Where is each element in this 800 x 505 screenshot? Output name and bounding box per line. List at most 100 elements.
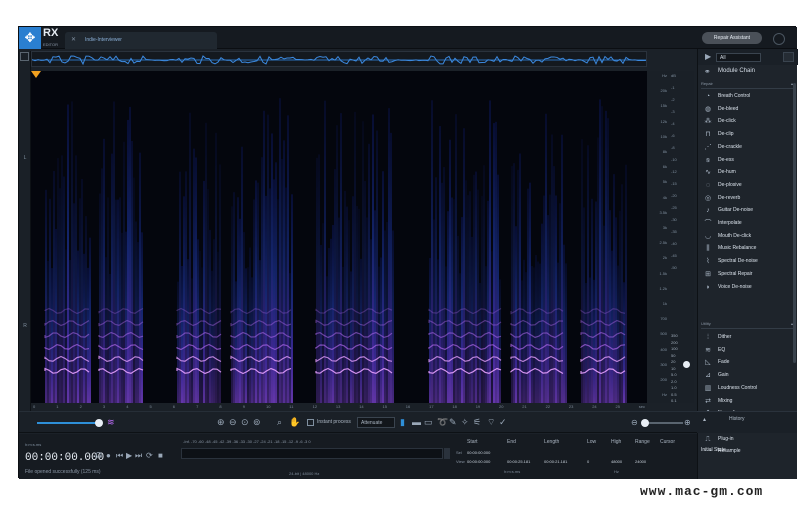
module-chain-button[interactable]: ⚭ Module Chain (702, 67, 794, 78)
module-item-de-ess[interactable]: ꞩ De-ess (702, 155, 788, 166)
zoom-out-small-icon[interactable]: ⊖ (631, 418, 638, 427)
time-frequency-selection-icon[interactable]: ▭ (424, 418, 433, 427)
headphones-icon[interactable]: ☊ (95, 451, 102, 460)
module-filter-select[interactable]: All (716, 53, 761, 62)
module-item-de-plosive[interactable]: ◌ De-plosive (702, 180, 788, 191)
spectral-column (515, 226, 517, 403)
module-item-spectral-repair[interactable]: ⊞ Spectral Repair (702, 269, 788, 280)
waveform-overview[interactable] (31, 51, 647, 67)
opacity-slider[interactable] (37, 422, 99, 424)
module-item-de-hum[interactable]: ∿ De-hum (702, 167, 788, 178)
module-item-plug-in[interactable]: ⎍ Plug-in (702, 434, 788, 445)
zoom-selection-icon[interactable]: ⊙ (241, 418, 249, 427)
skip-back-icon[interactable]: ⏮ (116, 451, 123, 461)
zoom-in-icon[interactable]: ⊕ (217, 418, 225, 427)
module-play-icon[interactable]: ▶ (705, 52, 711, 61)
utility-section-header[interactable]: Utility ▴ (701, 321, 793, 329)
time-unit-label[interactable]: h:m:s.ms (504, 469, 520, 474)
left-channel-label[interactable]: L (19, 155, 31, 161)
module-item-de-clip[interactable]: ⊓ De-clip (702, 129, 788, 140)
file-tab[interactable]: ✕ Indie-Interviewer (65, 32, 217, 49)
zoom-fit-icon[interactable]: ⊚ (253, 418, 261, 427)
time-selection-icon[interactable]: ▮ (400, 418, 405, 427)
play-selection-icon[interactable]: ⏭ (135, 451, 142, 461)
module-item-guitar-de-noise[interactable]: ♪ Guitar De-noise (702, 205, 788, 216)
play-icon[interactable]: ▶ (126, 451, 132, 460)
zoom-tool-icon[interactable]: ⌕ (277, 418, 282, 427)
module-item-breath-control[interactable]: ◔ Breath Control (702, 91, 788, 102)
spectral-column (533, 267, 535, 403)
time-ruler[interactable]: 0 1 2 3 4 5 6 7 8 9 10 11 12 13 14 15 16 17 18 19 20 21 22 23 24… (31, 403, 647, 411)
view-range-value[interactable]: 24000 (635, 459, 646, 464)
zoom-out-icon[interactable]: ⊖ (229, 418, 237, 427)
instant-mode-select[interactable]: Attenuate (357, 417, 395, 428)
freq-unit-label[interactable]: Hz (614, 469, 619, 474)
view-end-value[interactable]: 00:00:25.181 (507, 459, 530, 464)
spectral-column (603, 225, 605, 403)
module-scrollbar[interactable] (793, 83, 796, 363)
module-item-gain[interactable]: ⊿ Gain (702, 370, 788, 381)
spectral-column (193, 148, 195, 403)
view-length-value[interactable]: 00:00:21.181 (544, 459, 567, 464)
repair-assistant-button[interactable]: Repair Assistant (702, 32, 762, 44)
module-item-music-rebalance[interactable]: ⫼ Music Rebalance (702, 243, 788, 254)
right-channel-label[interactable]: R (19, 323, 31, 329)
zoom-slider[interactable] (643, 422, 683, 424)
db-tick-label: -50 (671, 265, 677, 270)
module-item-de-bleed[interactable]: ◍ De-bleed (702, 104, 788, 115)
lasso-icon[interactable]: ➰ (437, 418, 448, 427)
brush-icon[interactable]: ✎ (449, 418, 457, 427)
module-item-loudness-control[interactable]: ▥ Loudness Control (702, 383, 788, 394)
module-item-interpolate[interactable]: ⌒ Interpolate (702, 218, 788, 229)
find-similar-icon[interactable]: ⌔ (487, 418, 495, 427)
module-item-spectral-de-noise[interactable]: ⌇ Spectral De-noise (702, 256, 788, 267)
module-item-dither[interactable]: ⦙ Dither (702, 332, 788, 343)
playhead-marker-icon[interactable] (31, 71, 41, 78)
frequency-selection-icon[interactable]: ▬ (412, 418, 421, 427)
zoom-in-small-icon[interactable]: ⊕ (684, 418, 691, 427)
db-scale[interactable]: dB -1 -2 -3 -4 -6 -8 -10 -12 -15 -20 -25 -30 -35 -40 -4… (669, 71, 694, 403)
spectral-column (386, 222, 388, 403)
select-events-icon[interactable]: ✓ (499, 418, 507, 427)
status-message: File opened successfully (125 ms) (25, 469, 101, 475)
module-item-de-click[interactable]: ⁂ De-click (702, 116, 788, 127)
module-item-eq[interactable]: ≋ EQ (702, 345, 788, 356)
module-item-voice-de-noise[interactable]: ◗ Voice De-noise (702, 282, 788, 293)
loop-icon[interactable]: ⟳ (146, 451, 153, 460)
spectrogram-mode-icon[interactable]: ≋ (107, 418, 115, 427)
stop-icon[interactable]: ■ (158, 451, 163, 460)
close-tab-icon[interactable]: ✕ (71, 36, 76, 43)
record-icon[interactable]: ● (106, 451, 111, 460)
hand-tool-icon[interactable]: ✋ (289, 418, 300, 427)
sel-start-value[interactable]: 00:00:00.000 (467, 450, 490, 455)
repair-section-header[interactable]: Repair ▴ (701, 81, 793, 89)
instant-process-checkbox[interactable] (307, 419, 314, 426)
module-item-fade[interactable]: ◺ Fade (702, 357, 788, 368)
view-low-value[interactable]: 0 (587, 459, 589, 464)
magic-wand-icon[interactable]: ✧ (461, 418, 469, 427)
module-item-de-reverb[interactable]: ◎ De-reverb (702, 193, 788, 204)
list-view-icon[interactable] (783, 52, 794, 62)
module-item-mixing[interactable]: ⇄ Mixing (702, 396, 788, 407)
timecode-format-label[interactable]: h:m:s.ms (25, 442, 41, 447)
frequency-scale[interactable]: Hz 20k 15k 12k 10k 8k 6k 5k 4k 3.5k 3k 2.5k 2k 1.5k 1.… (647, 71, 669, 403)
zoom-slider-handle[interactable] (641, 419, 649, 427)
spectrogram[interactable] (31, 71, 647, 403)
repair-assistant-icon[interactable] (773, 33, 785, 45)
spectral-column (279, 98, 281, 403)
module-item-de-crackle[interactable]: ⋰ De-crackle (702, 142, 788, 153)
timecode-display[interactable]: 00:00:00.000 (25, 452, 104, 464)
opacity-slider-handle[interactable] (95, 419, 103, 427)
harmonic-select-icon[interactable]: ⚟ (473, 418, 481, 427)
module-item-mouth-de-click[interactable]: ◡ Mouth De-click (702, 231, 788, 242)
freq-tick-label: 2k (662, 255, 667, 261)
meter-clip-indicator[interactable] (444, 448, 450, 459)
history-collapse-icon[interactable]: ▴ (703, 416, 706, 423)
view-high-value[interactable]: 48000 (611, 459, 622, 464)
link-channels-icon[interactable] (20, 52, 29, 61)
spectral-column (461, 217, 463, 403)
spectral-column (517, 169, 519, 403)
history-item[interactable]: Initial State (701, 447, 726, 453)
view-start-value[interactable]: 00:00:00.000 (467, 459, 490, 464)
vertical-zoom-icon[interactable] (683, 361, 690, 368)
